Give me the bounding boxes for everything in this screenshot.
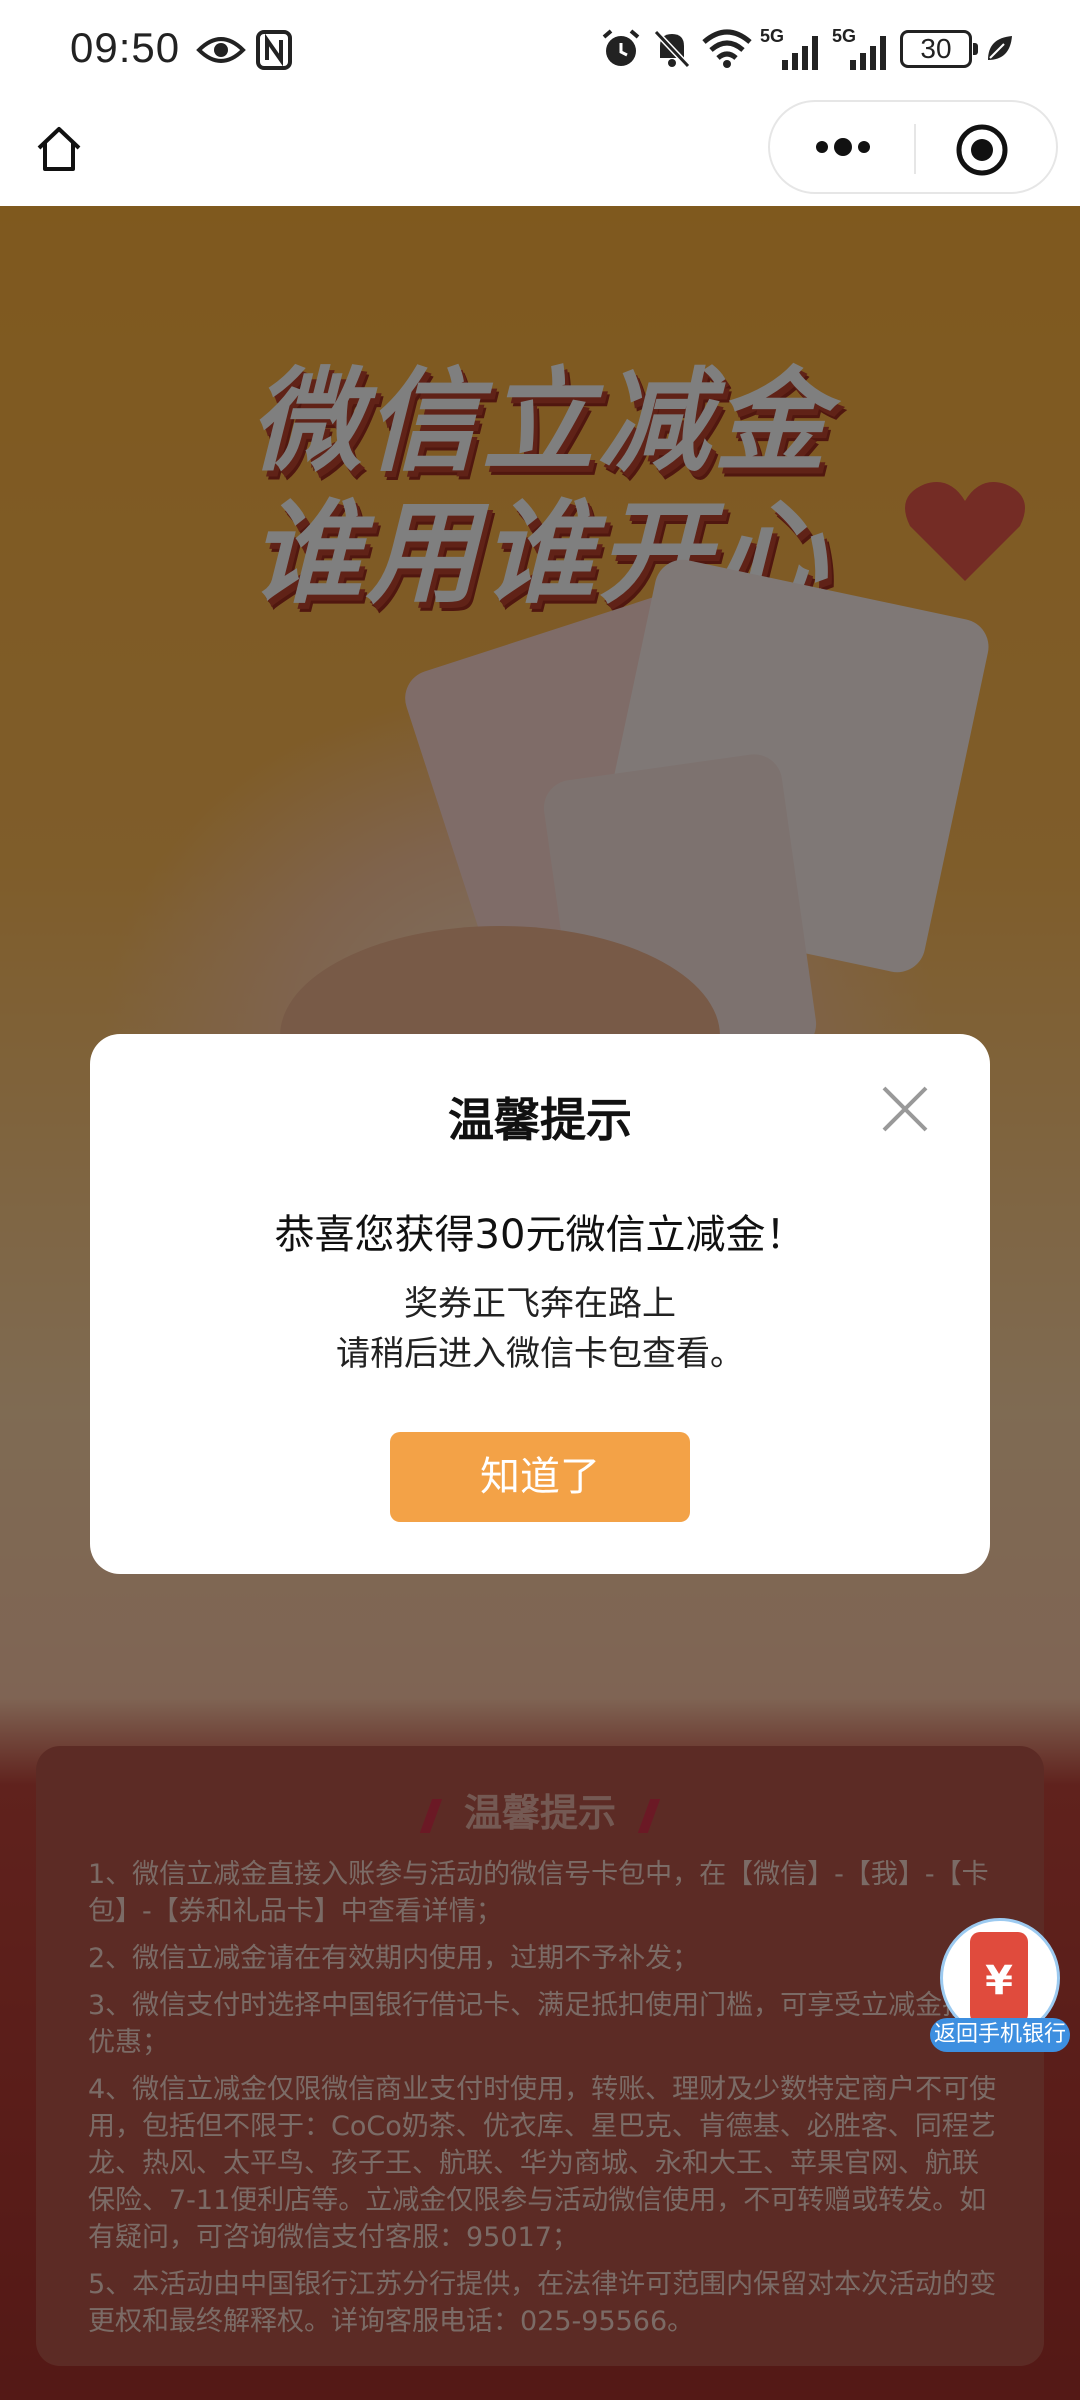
confirm-button[interactable]: 知道了 [390, 1432, 690, 1522]
close-icon[interactable] [880, 1084, 930, 1134]
mini-program-nav-bar [0, 100, 1080, 206]
nfc-icon [256, 30, 292, 70]
wifi-icon [702, 29, 752, 68]
eye-icon [196, 37, 246, 63]
capsule-divider [914, 124, 916, 174]
status-time: 09:50 [70, 24, 181, 71]
dialog-message: 恭喜您获得30元微信立减金！ [274, 1212, 806, 1258]
signal-5g-icon [782, 36, 818, 70]
status-bar: 09:50 5G 5G 30 [0, 0, 1080, 100]
reward-dialog: 温馨提示 恭喜您获得30元微信立减金！ 奖券正飞奔在路上 请稍后进入微信卡包查看… [90, 1034, 990, 1574]
home-icon[interactable] [34, 124, 84, 174]
signal-5g-icon [850, 36, 886, 70]
dialog-subtext: 奖券正飞奔在路上 [404, 1284, 676, 1324]
back-to-mobile-bank-button[interactable]: ¥ 返回手机银行 [930, 1918, 1070, 2058]
capsule-menu [768, 100, 1058, 194]
yen-symbol: ¥ [985, 1958, 1013, 2004]
leaf-icon [988, 36, 1012, 60]
mute-icon [653, 29, 691, 69]
badge-label: 返回手机银行 [930, 2018, 1070, 2052]
battery-indicator: 30 [900, 30, 978, 68]
target-circle-icon[interactable] [954, 122, 1010, 178]
alarm-icon [602, 29, 640, 66]
more-dots-icon[interactable] [812, 132, 874, 162]
dialog-title: 温馨提示 [448, 1093, 632, 1147]
dialog-subtext: 请稍后进入微信卡包查看。 [336, 1334, 744, 1374]
